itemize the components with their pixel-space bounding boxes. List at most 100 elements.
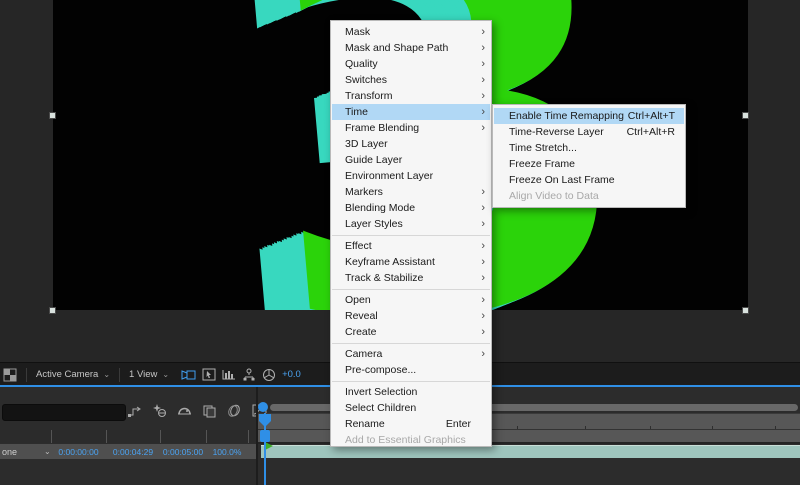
menu-item-label: Track & Stabilize [345,272,423,284]
menu-item-label: Switches [345,74,387,86]
frame-blending-icon[interactable] [202,403,217,418]
menu-item[interactable]: Switches › [332,72,490,88]
selection-handle-bottom-right[interactable] [742,307,749,314]
menu-item[interactable]: Effect › [332,238,490,254]
menu-item-label: Effect [345,240,372,252]
exposure-value[interactable]: +0.0 [282,369,301,380]
submenu-arrow-icon: › [475,272,485,284]
view-layout-dropdown[interactable]: 1 View ⌄ [125,369,173,380]
time-submenu: Enable Time Remapping Ctrl+Alt+T Time-Re… [492,104,686,208]
menu-item-label: Transform [345,90,392,102]
menu-item[interactable]: Layer Styles › [332,216,490,236]
menu-item[interactable]: Environment Layer › [332,168,490,184]
menu-item[interactable]: Transform › [332,88,490,104]
menu-item[interactable]: Pre-compose... › [332,362,490,382]
submenu-arrow-icon: › [475,74,485,86]
duration-value[interactable]: 0:00:05:00 [160,447,206,457]
submenu-item[interactable]: Time-Reverse Layer Ctrl+Alt+R [494,124,684,140]
submenu-arrow-icon: › [475,42,485,54]
menu-item[interactable]: Camera › [332,346,490,362]
menu-item-label: Quality [345,58,378,70]
submenu-item-shortcut: Ctrl+Alt+T [628,110,679,122]
menu-item[interactable]: Select Children › [332,400,490,416]
selection-handle-left[interactable] [49,112,56,119]
grid-options-icon[interactable] [3,368,17,382]
draft-3d-icon[interactable] [152,403,167,418]
menu-item-label: Environment Layer [345,170,433,182]
submenu-item-label: Enable Time Remapping [509,110,624,122]
keyframe-marker[interactable] [265,442,273,450]
chevron-down-icon: ⌄ [103,370,110,379]
menu-item[interactable]: Mask and Shape Path › [332,40,490,56]
menu-item-label: Invert Selection [345,386,417,398]
submenu-item[interactable]: Time Stretch... [494,140,684,156]
submenu-arrow-icon: › [475,58,485,70]
parent-link-value[interactable]: one [2,447,17,457]
view-layout-label: 1 View [129,369,157,380]
submenu-arrow-icon: › [475,218,485,230]
column-view-icon[interactable] [222,368,236,381]
out-value[interactable]: 0:00:04:29 [106,447,160,457]
submenu-arrow-icon: › [475,90,485,102]
menu-item[interactable]: Open › [332,292,490,308]
submenu-item[interactable]: Freeze On Last Frame [494,172,684,188]
timeline-toolbar-icons [127,403,267,418]
menu-item[interactable]: Blending Mode › [332,200,490,216]
camera-wireframe-icon[interactable] [181,368,196,381]
submenu-item-label: Align Video to Data [509,190,599,202]
menu-item[interactable]: Mask › [332,24,490,40]
menu-item[interactable]: Create › [332,324,490,344]
menu-item[interactable]: Invert Selection › [332,384,490,400]
menu-item[interactable]: Quality › [332,56,490,72]
panel-divider[interactable] [256,387,258,485]
menu-item[interactable]: Guide Layer › [332,152,490,168]
flowchart-icon[interactable] [242,368,256,381]
menu-item-label: Mask and Shape Path [345,42,448,54]
timeline-column-headers [0,430,256,443]
layer-context-menu: Mask › Mask and Shape Path › Quality › S… [330,20,492,447]
menu-item-label: Open [345,294,371,306]
selection-handle-bottom-left[interactable] [49,307,56,314]
submenu-arrow-icon: › [475,106,485,118]
menu-item[interactable]: Add to Essential Graphics › [332,432,490,448]
submenu-item-label: Freeze On Last Frame [509,174,615,186]
shy-icon[interactable] [177,403,192,418]
toolbar-divider [26,368,27,382]
motion-blur-icon[interactable] [227,403,242,418]
menu-item-label: Add to Essential Graphics [345,434,466,446]
timeline-search-input[interactable] [2,404,126,421]
menu-item[interactable]: Track & Stabilize › [332,270,490,290]
navigator-handle[interactable] [258,402,268,412]
in-value[interactable]: 0:00:00:00 [51,447,106,457]
menu-item[interactable]: Time › [332,104,490,120]
submenu-item[interactable]: Align Video to Data [494,188,684,204]
submenu-arrow-icon: › [475,256,485,268]
submenu-item[interactable]: Enable Time Remapping Ctrl+Alt+T [494,108,684,124]
menu-item[interactable]: 3D Layer › [332,136,490,152]
menu-item-label: Blending Mode [345,202,415,214]
stretch-value[interactable]: 100.0% [206,447,248,457]
submenu-item-label: Time Stretch... [509,142,577,154]
menu-item-label: Guide Layer [345,154,402,166]
menu-item-label: Rename [345,418,385,430]
submenu-item[interactable]: Freeze Frame [494,156,684,172]
selection-handle-right[interactable] [742,112,749,119]
menu-item-label: 3D Layer [345,138,388,150]
camera-view-dropdown[interactable]: Active Camera ⌄ [32,369,114,380]
menu-item-label: Keyframe Assistant [345,256,435,268]
submenu-item-shortcut: Ctrl+Alt+R [627,126,679,138]
composition-mini-flowchart-icon[interactable] [127,403,142,418]
menu-item[interactable]: Rename Enter › [332,416,490,432]
submenu-arrow-icon: › [475,294,485,306]
submenu-arrow-icon: › [475,26,485,38]
shutter-icon[interactable] [262,368,276,382]
menu-item[interactable]: Reveal › [332,308,490,324]
region-of-interest-icon[interactable] [202,368,216,381]
menu-item[interactable]: Markers › [332,184,490,200]
menu-item[interactable]: Frame Blending › [332,120,490,136]
menu-item[interactable]: Keyframe Assistant › [332,254,490,270]
menu-item-label: Mask [345,26,370,38]
chevron-down-icon[interactable]: ⌄ [44,447,51,456]
layer-properties-row: one ⌄ 0:00:00:00 0:00:04:29 0:00:05:00 1… [0,444,256,459]
playhead-icon[interactable] [258,413,272,428]
